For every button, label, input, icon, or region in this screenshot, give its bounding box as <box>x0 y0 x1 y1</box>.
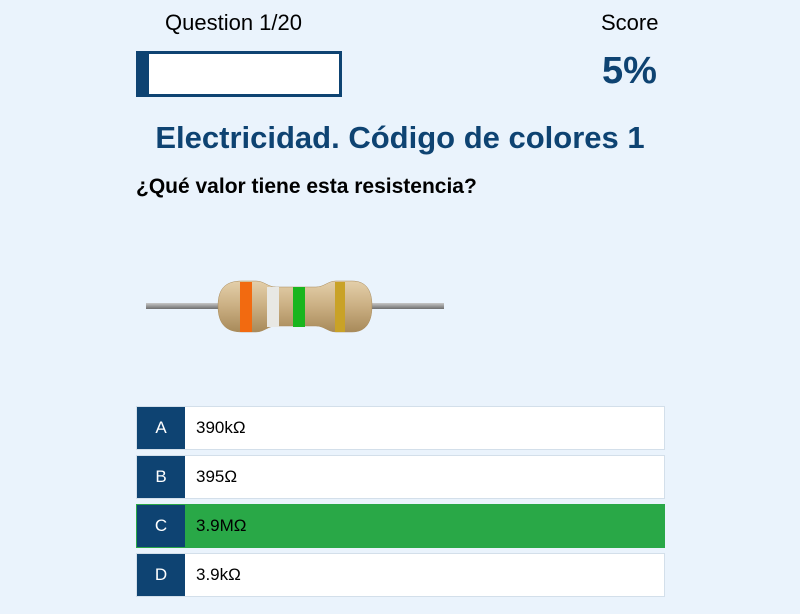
option-text: 3.9kΩ <box>196 565 241 584</box>
option-letter: D <box>137 554 185 596</box>
option-letter: C <box>137 505 185 547</box>
option-text: 395Ω <box>196 467 238 486</box>
resistor-lead-left <box>146 303 226 309</box>
option-text: 3.9MΩ <box>185 505 664 547</box>
resistor-band-white <box>267 287 279 327</box>
progress-fill <box>139 54 149 94</box>
resistor-band-orange <box>240 282 252 332</box>
quiz-title: Electricidad. Código de colores 1 <box>155 120 645 155</box>
resistor-band-gold <box>335 282 345 332</box>
resistor-band-green <box>293 287 305 327</box>
answer-option-b[interactable]: B 395Ω <box>136 455 665 499</box>
option-letter: A <box>137 407 185 449</box>
option-letter: B <box>137 456 185 498</box>
resistor-image <box>146 278 446 343</box>
progress-bar <box>136 51 342 97</box>
resistor-graphic <box>146 280 444 333</box>
question-text: ¿Qué valor tiene esta resistencia? <box>136 175 477 198</box>
answer-option-d[interactable]: D 3.9kΩ <box>136 553 665 597</box>
answer-option-c[interactable]: C 3.9MΩ <box>136 504 665 548</box>
answer-option-a[interactable]: A 390kΩ <box>136 406 665 450</box>
score-label: Score <box>601 10 659 35</box>
option-text: 390kΩ <box>196 418 246 437</box>
resistor-lead-right <box>366 303 444 309</box>
score-value: 5% <box>602 50 657 92</box>
question-counter: Question 1/20 <box>165 10 302 35</box>
answer-options: A 390kΩ B 395Ω C 3.9MΩ D 3.9kΩ <box>136 406 665 602</box>
